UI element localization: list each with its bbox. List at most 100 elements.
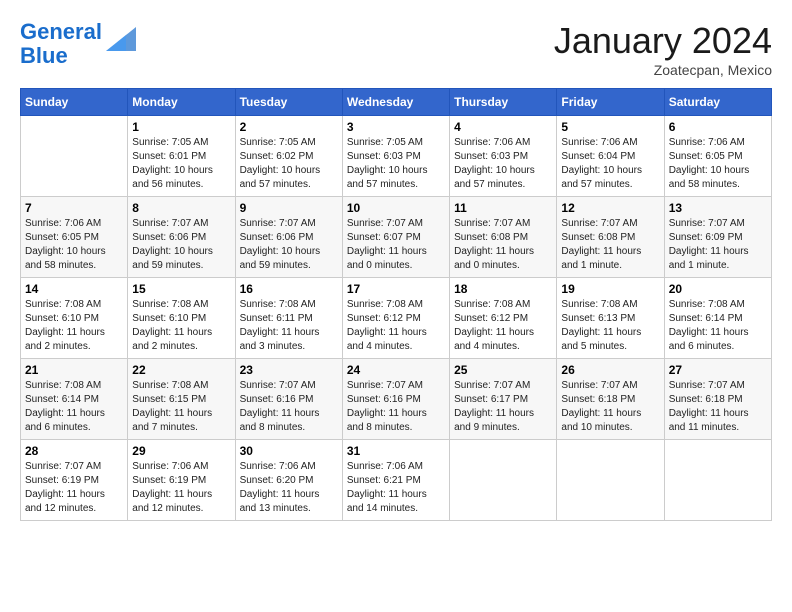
day-number: 9 [240, 201, 338, 215]
day-info: Sunrise: 7:08 AMSunset: 6:15 PMDaylight:… [132, 379, 230, 435]
calendar-week-3: 14 Sunrise: 7:08 AMSunset: 6:10 PMDaylig… [21, 278, 772, 359]
day-number: 1 [132, 120, 230, 134]
day-number: 7 [25, 201, 123, 215]
month-title: January 2024 [554, 20, 772, 62]
col-header-wednesday: Wednesday [342, 89, 449, 116]
col-header-friday: Friday [557, 89, 664, 116]
calendar-cell: 11 Sunrise: 7:07 AMSunset: 6:08 PMDaylig… [450, 197, 557, 278]
calendar-cell: 30 Sunrise: 7:06 AMSunset: 6:20 PMDaylig… [235, 440, 342, 521]
calendar-cell: 8 Sunrise: 7:07 AMSunset: 6:06 PMDayligh… [128, 197, 235, 278]
calendar-cell: 18 Sunrise: 7:08 AMSunset: 6:12 PMDaylig… [450, 278, 557, 359]
calendar-cell: 22 Sunrise: 7:08 AMSunset: 6:15 PMDaylig… [128, 359, 235, 440]
day-info: Sunrise: 7:08 AMSunset: 6:13 PMDaylight:… [561, 298, 659, 354]
calendar-table: SundayMondayTuesdayWednesdayThursdayFrid… [20, 88, 772, 521]
col-header-saturday: Saturday [664, 89, 771, 116]
calendar-cell [450, 440, 557, 521]
calendar-cell: 28 Sunrise: 7:07 AMSunset: 6:19 PMDaylig… [21, 440, 128, 521]
day-info: Sunrise: 7:07 AMSunset: 6:18 PMDaylight:… [561, 379, 659, 435]
calendar-cell: 5 Sunrise: 7:06 AMSunset: 6:04 PMDayligh… [557, 116, 664, 197]
day-info: Sunrise: 7:07 AMSunset: 6:08 PMDaylight:… [454, 217, 552, 273]
day-info: Sunrise: 7:07 AMSunset: 6:09 PMDaylight:… [669, 217, 767, 273]
calendar-cell: 26 Sunrise: 7:07 AMSunset: 6:18 PMDaylig… [557, 359, 664, 440]
calendar-cell [21, 116, 128, 197]
calendar-week-2: 7 Sunrise: 7:06 AMSunset: 6:05 PMDayligh… [21, 197, 772, 278]
col-header-sunday: Sunday [21, 89, 128, 116]
day-info: Sunrise: 7:08 AMSunset: 6:12 PMDaylight:… [454, 298, 552, 354]
day-number: 4 [454, 120, 552, 134]
day-info: Sunrise: 7:08 AMSunset: 6:10 PMDaylight:… [132, 298, 230, 354]
calendar-cell: 21 Sunrise: 7:08 AMSunset: 6:14 PMDaylig… [21, 359, 128, 440]
col-header-tuesday: Tuesday [235, 89, 342, 116]
calendar-header: SundayMondayTuesdayWednesdayThursdayFrid… [21, 89, 772, 116]
calendar-week-1: 1 Sunrise: 7:05 AMSunset: 6:01 PMDayligh… [21, 116, 772, 197]
day-number: 25 [454, 363, 552, 377]
day-number: 17 [347, 282, 445, 296]
day-info: Sunrise: 7:07 AMSunset: 6:07 PMDaylight:… [347, 217, 445, 273]
calendar-cell: 9 Sunrise: 7:07 AMSunset: 6:06 PMDayligh… [235, 197, 342, 278]
day-info: Sunrise: 7:06 AMSunset: 6:19 PMDaylight:… [132, 460, 230, 516]
day-info: Sunrise: 7:08 AMSunset: 6:12 PMDaylight:… [347, 298, 445, 354]
calendar-week-4: 21 Sunrise: 7:08 AMSunset: 6:14 PMDaylig… [21, 359, 772, 440]
day-info: Sunrise: 7:07 AMSunset: 6:19 PMDaylight:… [25, 460, 123, 516]
calendar-cell: 31 Sunrise: 7:06 AMSunset: 6:21 PMDaylig… [342, 440, 449, 521]
day-number: 27 [669, 363, 767, 377]
day-number: 31 [347, 444, 445, 458]
day-number: 11 [454, 201, 552, 215]
day-number: 22 [132, 363, 230, 377]
calendar-cell: 2 Sunrise: 7:05 AMSunset: 6:02 PMDayligh… [235, 116, 342, 197]
day-info: Sunrise: 7:08 AMSunset: 6:10 PMDaylight:… [25, 298, 123, 354]
calendar-cell: 1 Sunrise: 7:05 AMSunset: 6:01 PMDayligh… [128, 116, 235, 197]
calendar-cell: 20 Sunrise: 7:08 AMSunset: 6:14 PMDaylig… [664, 278, 771, 359]
day-number: 26 [561, 363, 659, 377]
calendar-cell: 13 Sunrise: 7:07 AMSunset: 6:09 PMDaylig… [664, 197, 771, 278]
day-number: 8 [132, 201, 230, 215]
day-number: 16 [240, 282, 338, 296]
day-number: 3 [347, 120, 445, 134]
calendar-cell: 4 Sunrise: 7:06 AMSunset: 6:03 PMDayligh… [450, 116, 557, 197]
day-number: 23 [240, 363, 338, 377]
calendar-cell: 3 Sunrise: 7:05 AMSunset: 6:03 PMDayligh… [342, 116, 449, 197]
day-info: Sunrise: 7:07 AMSunset: 6:16 PMDaylight:… [240, 379, 338, 435]
calendar-cell [557, 440, 664, 521]
day-info: Sunrise: 7:08 AMSunset: 6:14 PMDaylight:… [669, 298, 767, 354]
calendar-cell: 29 Sunrise: 7:06 AMSunset: 6:19 PMDaylig… [128, 440, 235, 521]
day-number: 12 [561, 201, 659, 215]
day-number: 6 [669, 120, 767, 134]
day-info: Sunrise: 7:07 AMSunset: 6:06 PMDaylight:… [132, 217, 230, 273]
calendar-cell: 10 Sunrise: 7:07 AMSunset: 6:07 PMDaylig… [342, 197, 449, 278]
logo-icon [106, 27, 136, 51]
calendar-cell: 17 Sunrise: 7:08 AMSunset: 6:12 PMDaylig… [342, 278, 449, 359]
day-info: Sunrise: 7:06 AMSunset: 6:03 PMDaylight:… [454, 136, 552, 192]
day-info: Sunrise: 7:07 AMSunset: 6:08 PMDaylight:… [561, 217, 659, 273]
calendar-cell: 19 Sunrise: 7:08 AMSunset: 6:13 PMDaylig… [557, 278, 664, 359]
day-info: Sunrise: 7:06 AMSunset: 6:05 PMDaylight:… [669, 136, 767, 192]
calendar-cell: 25 Sunrise: 7:07 AMSunset: 6:17 PMDaylig… [450, 359, 557, 440]
day-info: Sunrise: 7:07 AMSunset: 6:16 PMDaylight:… [347, 379, 445, 435]
day-number: 13 [669, 201, 767, 215]
calendar-cell [664, 440, 771, 521]
calendar-cell: 23 Sunrise: 7:07 AMSunset: 6:16 PMDaylig… [235, 359, 342, 440]
day-info: Sunrise: 7:08 AMSunset: 6:14 PMDaylight:… [25, 379, 123, 435]
day-number: 21 [25, 363, 123, 377]
day-number: 29 [132, 444, 230, 458]
logo: General Blue [20, 20, 136, 68]
day-info: Sunrise: 7:07 AMSunset: 6:17 PMDaylight:… [454, 379, 552, 435]
day-info: Sunrise: 7:06 AMSunset: 6:05 PMDaylight:… [25, 217, 123, 273]
day-info: Sunrise: 7:08 AMSunset: 6:11 PMDaylight:… [240, 298, 338, 354]
calendar-cell: 16 Sunrise: 7:08 AMSunset: 6:11 PMDaylig… [235, 278, 342, 359]
day-info: Sunrise: 7:07 AMSunset: 6:06 PMDaylight:… [240, 217, 338, 273]
day-info: Sunrise: 7:05 AMSunset: 6:02 PMDaylight:… [240, 136, 338, 192]
calendar-cell: 14 Sunrise: 7:08 AMSunset: 6:10 PMDaylig… [21, 278, 128, 359]
day-info: Sunrise: 7:06 AMSunset: 6:20 PMDaylight:… [240, 460, 338, 516]
day-info: Sunrise: 7:05 AMSunset: 6:01 PMDaylight:… [132, 136, 230, 192]
day-number: 30 [240, 444, 338, 458]
day-number: 15 [132, 282, 230, 296]
day-info: Sunrise: 7:05 AMSunset: 6:03 PMDaylight:… [347, 136, 445, 192]
day-info: Sunrise: 7:07 AMSunset: 6:18 PMDaylight:… [669, 379, 767, 435]
col-header-monday: Monday [128, 89, 235, 116]
day-info: Sunrise: 7:06 AMSunset: 6:04 PMDaylight:… [561, 136, 659, 192]
day-number: 10 [347, 201, 445, 215]
col-header-thursday: Thursday [450, 89, 557, 116]
day-number: 2 [240, 120, 338, 134]
location-subtitle: Zoatecpan, Mexico [554, 62, 772, 78]
